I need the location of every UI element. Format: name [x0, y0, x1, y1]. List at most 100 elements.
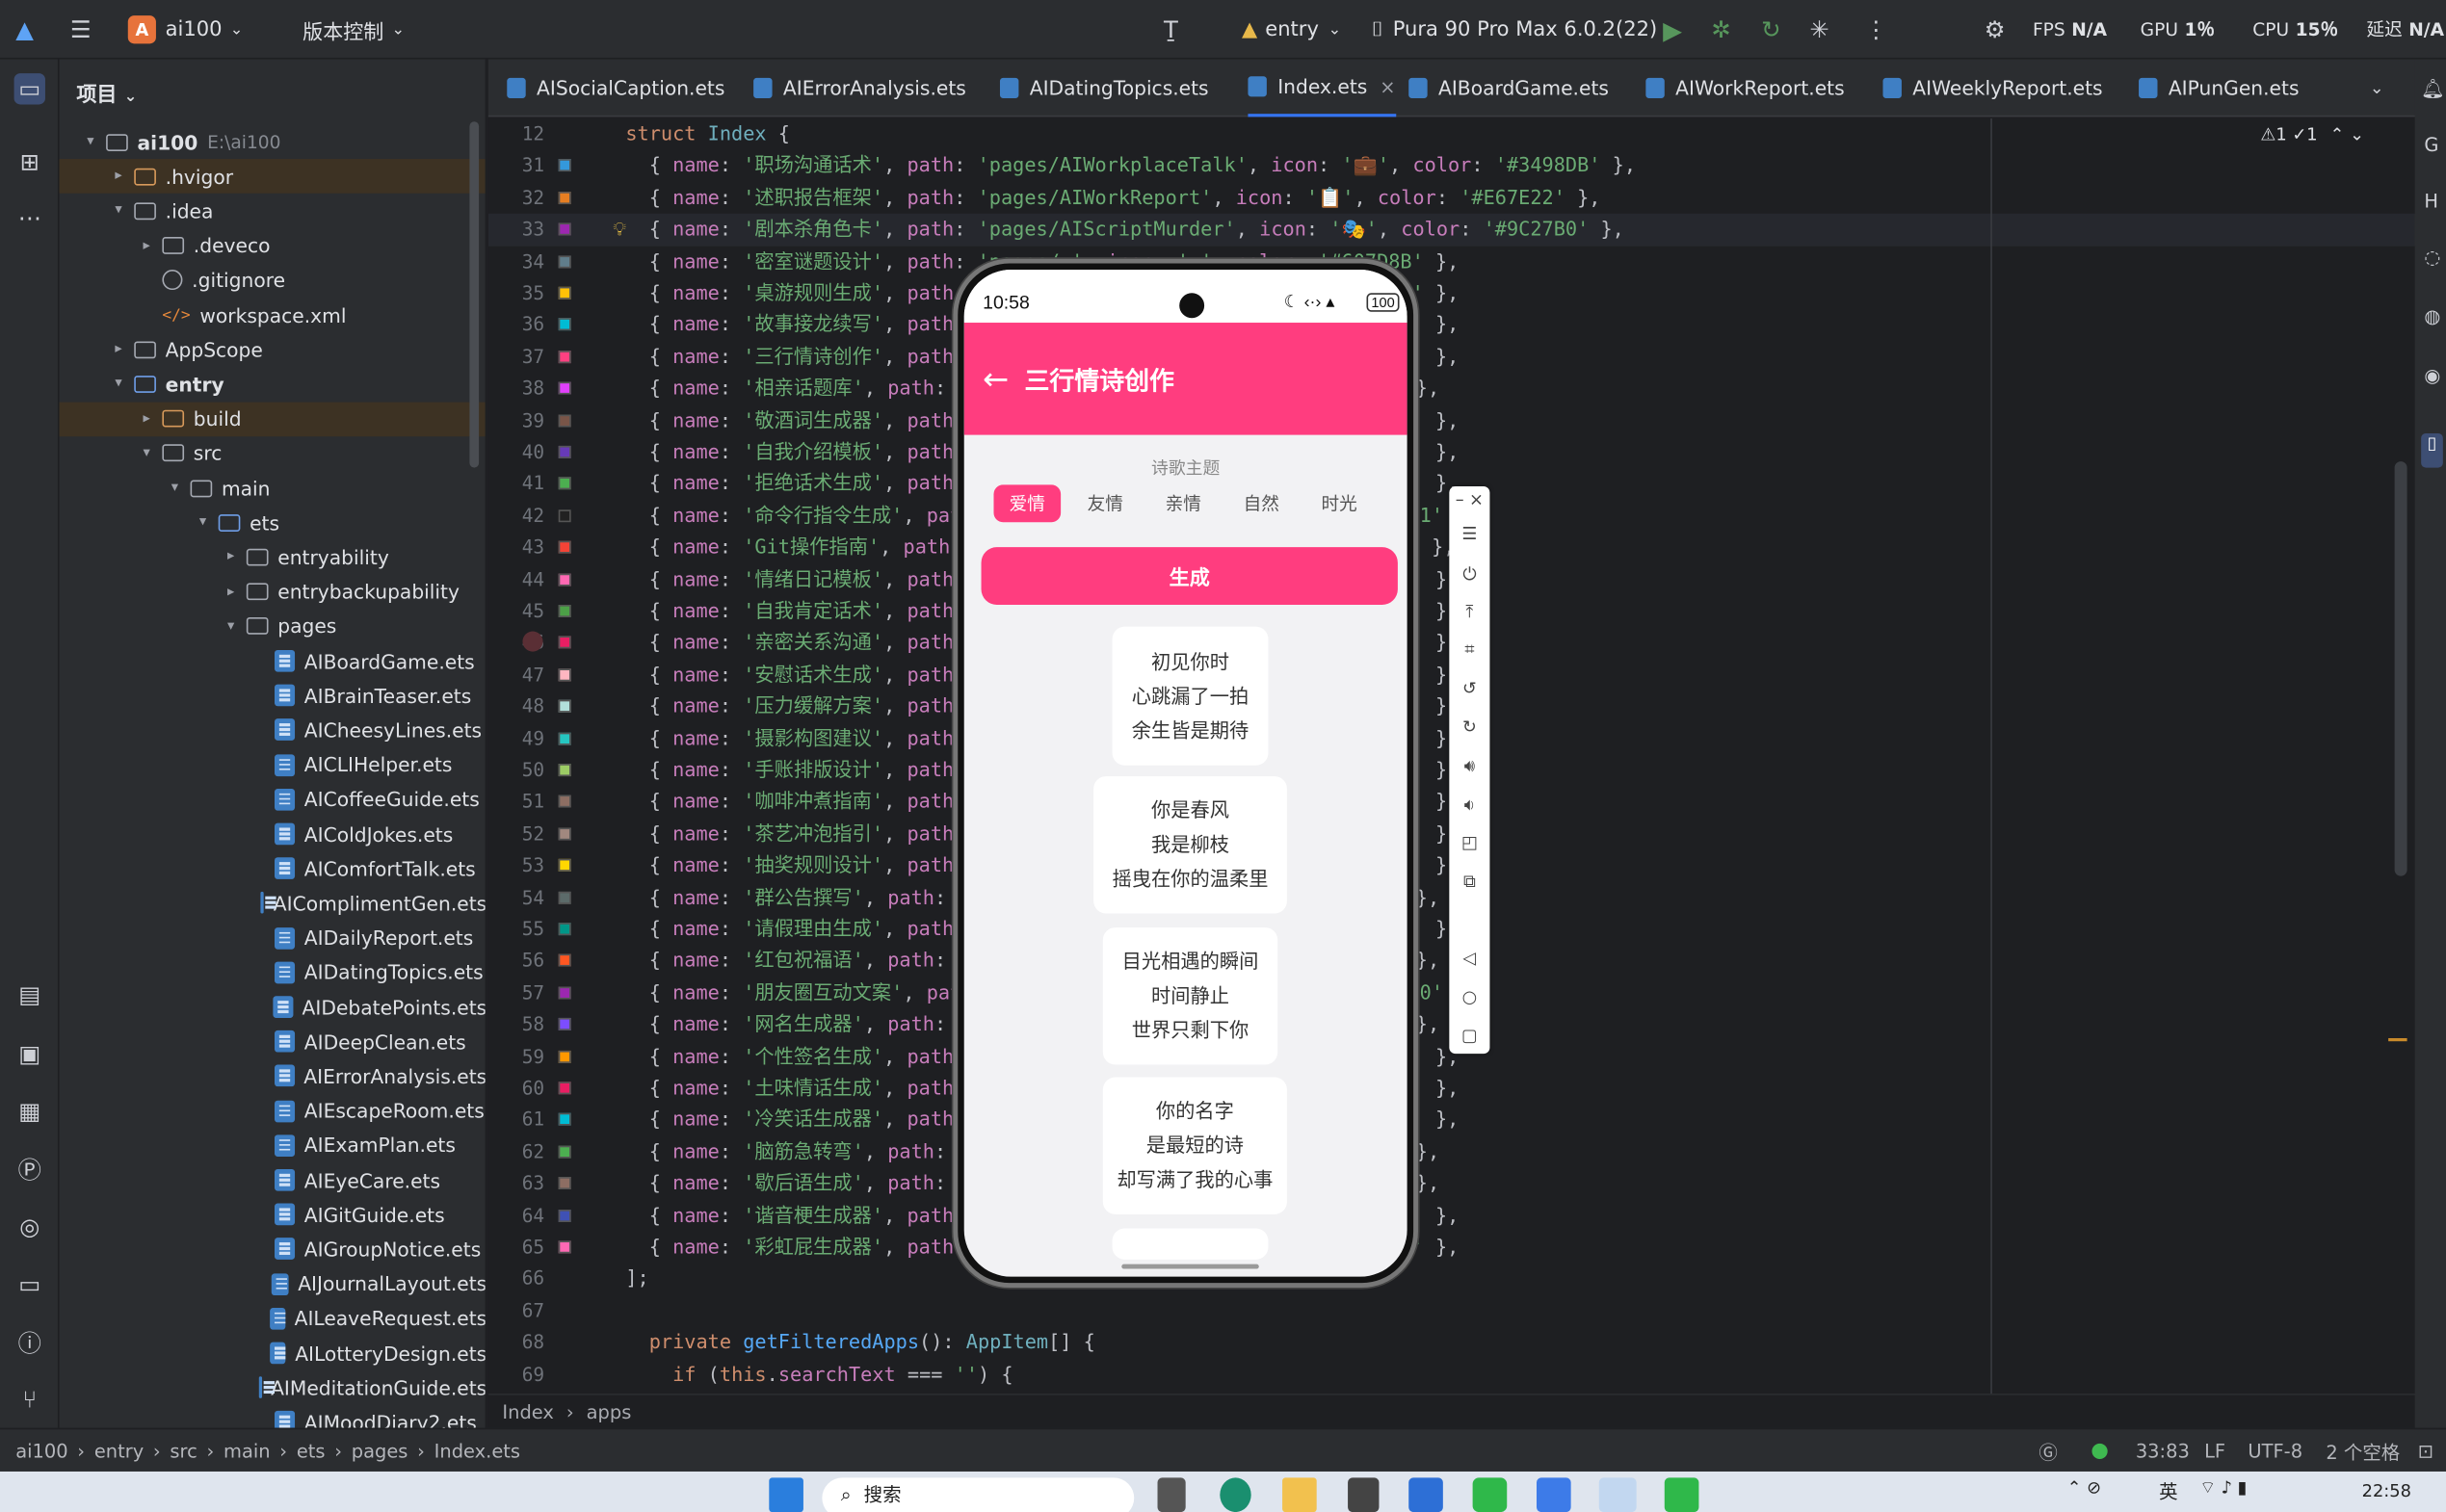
more-tools-icon[interactable]: ⋯ [14, 202, 45, 233]
code-line[interactable]: 62 { name: '脑筋急转弯', path: 'pages/…', ico… [488, 1136, 2446, 1168]
power-icon[interactable]: ⏻ [1449, 564, 1489, 587]
volume-up-icon[interactable]: 🔊︎ [1449, 756, 1489, 778]
tree-scrollbar[interactable] [469, 121, 480, 468]
theme-chip-3[interactable]: 亲情 [1149, 484, 1217, 522]
tree-item[interactable]: AIGitGuide.ets [60, 1197, 486, 1232]
close-icon[interactable]: × [1449, 489, 1489, 509]
theme-chip-4[interactable]: 自然 [1227, 484, 1295, 522]
code-line[interactable]: 68 private getFilteredApps(): AppItem[] … [488, 1327, 2446, 1359]
tree-item[interactable]: AIMoodDiary2.ets [60, 1405, 486, 1428]
code-line[interactable]: 39 { name: '敬酒词生成器', path: 'pages/…', ic… [488, 404, 2446, 436]
breadcrumb-item[interactable]: Index [502, 1400, 554, 1422]
clock[interactable]: 22:58 [2362, 1481, 2411, 1512]
app-icon[interactable] [1348, 1477, 1380, 1512]
cursor-position[interactable]: 33:83 [2136, 1429, 2190, 1473]
apply-changes-icon[interactable]: ↻ [1761, 0, 1780, 60]
lock-icon[interactable]: ⊡ [2418, 1429, 2433, 1473]
code-line[interactable]: 33 { name: '剧本杀角色卡', path: 'pages/AIScri… [487, 214, 2446, 247]
problems-icon[interactable]: ⓘ [14, 1326, 45, 1357]
tree-item[interactable]: AIDeepClean.ets [60, 1025, 486, 1059]
home-indicator[interactable] [1121, 1264, 1259, 1269]
profiler-icon[interactable]: Ⓟ [14, 1154, 45, 1185]
tree-item[interactable]: ▾ ai100 E:\ai100 [60, 124, 486, 159]
notifications-icon[interactable]: 🔔︎ [2421, 78, 2445, 100]
breadcrumb-item[interactable]: apps [587, 1400, 632, 1422]
app-logo-icon[interactable]: ▲ [15, 0, 34, 60]
chevron-icon[interactable]: ▾ [137, 446, 155, 461]
tree-item[interactable]: AIDatingTopics.ets [60, 955, 486, 990]
tray-icons[interactable]: ⌃ ⊘ [2067, 1477, 2102, 1512]
chevron-icon[interactable]: ▾ [81, 134, 99, 149]
tree-item[interactable]: ▸ entrybackupability [60, 575, 486, 610]
todo-icon[interactable]: ▤ [14, 978, 45, 1009]
code-line[interactable]: 38 { name: '相亲话题库', path: 'pages/…', ico… [488, 373, 2446, 404]
tree-item[interactable]: ▸ .deveco [60, 228, 486, 263]
tree-item[interactable]: ▾ pages [60, 610, 486, 644]
layout-icon[interactable]: ▦ [14, 1096, 45, 1127]
back-arrow-icon[interactable]: ← [983, 360, 1009, 398]
tree-item[interactable]: AIMeditationGuide.ets [60, 1370, 486, 1405]
menu-icon[interactable]: ☰ [1449, 524, 1489, 544]
tree-item[interactable]: AIBoardGame.ets [60, 643, 486, 678]
chevron-icon[interactable]: ▾ [194, 514, 212, 530]
project-panel-title[interactable]: 项目 ⌄ [76, 78, 137, 107]
task-view-icon[interactable] [1157, 1477, 1186, 1512]
chevron-icon[interactable]: ▾ [166, 481, 184, 496]
file-encoding[interactable]: UTF-8 [2248, 1429, 2302, 1473]
rotate-left-icon[interactable]: ↺ [1449, 678, 1489, 698]
code-line[interactable]: 40 { name: '自我介绍模板', path: 'pages/…', ic… [488, 436, 2446, 468]
active-app-icon[interactable] [1598, 1477, 1637, 1512]
screenshot-icon[interactable]: ◰ [1449, 832, 1489, 852]
tree-item[interactable]: AIBrainTeaser.ets [60, 678, 486, 713]
gradle-status-icon[interactable]: Ⓖ [2038, 1429, 2057, 1473]
tree-item[interactable]: AIEyeCare.ets [60, 1162, 486, 1197]
chevron-icon[interactable]: ▸ [109, 169, 127, 184]
code-line[interactable]: 69 if (this.searchText === '') { [488, 1359, 2446, 1391]
tree-item[interactable]: AIComfortTalk.ets [60, 851, 486, 886]
network-volume-battery-icons[interactable]: ⌔ ♪ ▮ [2199, 1477, 2247, 1512]
deveco-icon[interactable] [1537, 1477, 1571, 1512]
tree-item[interactable]: ▸ entryability [60, 540, 486, 575]
warning-marker[interactable] [2388, 1037, 2407, 1042]
tab-aiworkreport[interactable]: AIWorkReport.ets [1645, 60, 1845, 117]
device-manager-icon[interactable]: ▣ [14, 1038, 45, 1069]
run-icon[interactable]: ▶ [1663, 0, 1682, 60]
tree-item[interactable]: AIExamPlan.ets [60, 1129, 486, 1163]
ai-icon[interactable]: ◌ [2424, 247, 2440, 269]
tree-item[interactable]: AIColdJokes.ets [60, 817, 486, 851]
preview-eye-icon[interactable]: ◉ [2424, 365, 2440, 387]
tree-item[interactable]: AICheesyLines.ets [60, 713, 486, 747]
tab-aierroranalysis[interactable]: AIErrorAnalysis.ets [753, 60, 966, 117]
settings-icon[interactable]: ⚙ [1985, 0, 2006, 60]
git-icon[interactable]: ⑂ [14, 1384, 45, 1415]
crop-icon[interactable]: ⌗ [1449, 639, 1489, 662]
tree-item[interactable]: AICLIHelper.ets [60, 747, 486, 782]
tree-item[interactable]: AIGroupNotice.ets [60, 1232, 486, 1266]
status-path-item[interactable]: src [170, 1441, 197, 1463]
project-folder-icon[interactable]: ▭ [13, 73, 45, 105]
tree-item[interactable]: AILeaveRequest.ets [60, 1301, 486, 1336]
code-line[interactable]: 37 { name: '三行情诗创作', path: 'pages/…', ic… [488, 341, 2446, 373]
line-ending[interactable]: LF [2204, 1429, 2225, 1473]
close-tab-icon[interactable]: × [1380, 76, 1395, 98]
status-path-item[interactable]: pages [352, 1441, 408, 1463]
attach-debugger-icon[interactable]: ✳ [1809, 0, 1828, 60]
tree-item[interactable]: ▾ main [60, 471, 486, 506]
app-icon[interactable] [1408, 1477, 1443, 1512]
code-line[interactable]: 12 struct Index { [488, 118, 2446, 150]
tree-item[interactable]: ▸ AppScope [60, 332, 486, 367]
status-path-item[interactable]: main [224, 1441, 271, 1463]
edge-browser-icon[interactable] [1220, 1477, 1251, 1512]
hvigor-icon[interactable]: H [2424, 190, 2438, 212]
pin-top-icon[interactable]: ⤒ [1449, 602, 1489, 624]
project-switcher[interactable]: Aai100 ⌄ [127, 0, 243, 60]
tab-aiboardgame[interactable]: AIBoardGame.ets [1408, 60, 1609, 117]
database-icon[interactable]: ◍ [2424, 305, 2440, 327]
code-line[interactable]: 61 { name: '冷笑话生成器', path: 'pages/…', ic… [488, 1105, 2446, 1136]
tree-item[interactable]: AIComplimentGen.ets [60, 886, 486, 921]
start-menu-icon[interactable] [769, 1477, 803, 1512]
generate-button[interactable]: 生成 [981, 547, 1398, 606]
code-line[interactable]: 32 { name: '述职报告框架', path: 'pages/AIWork… [488, 182, 2446, 214]
chevron-icon[interactable]: ▸ [137, 411, 155, 427]
code-line[interactable]: 64 { name: '谐音梗生成器', path: 'pages/…', ic… [488, 1200, 2446, 1232]
